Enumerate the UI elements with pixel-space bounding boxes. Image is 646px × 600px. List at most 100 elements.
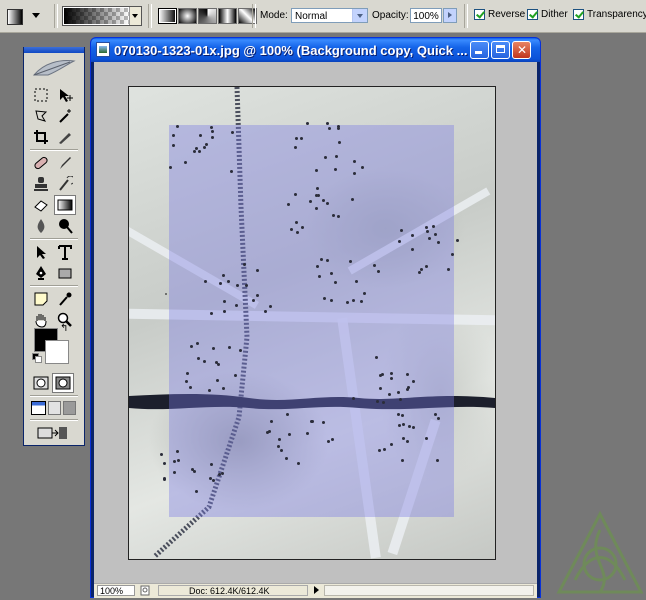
gradient-icon bbox=[57, 199, 73, 211]
map-feature-dot bbox=[219, 281, 223, 285]
divider bbox=[54, 4, 58, 28]
map-feature-dot bbox=[184, 379, 188, 383]
map-feature-dot bbox=[322, 198, 326, 202]
clone-stamp-tool[interactable] bbox=[30, 174, 52, 194]
marquee-tool[interactable] bbox=[30, 85, 52, 105]
hand-tool[interactable] bbox=[30, 310, 52, 330]
type-tool[interactable] bbox=[54, 242, 76, 262]
slice-icon bbox=[59, 133, 71, 144]
triangle-knot-logo bbox=[556, 510, 644, 594]
history-brush-tool[interactable] bbox=[54, 174, 76, 194]
quick-mask-mode-button[interactable] bbox=[52, 373, 74, 393]
linear-gradient-icon[interactable] bbox=[158, 8, 177, 24]
map-feature-dot bbox=[160, 452, 164, 456]
map-feature-dot bbox=[433, 232, 437, 236]
pen-tool[interactable] bbox=[30, 263, 52, 283]
shape-tool[interactable] bbox=[54, 263, 76, 283]
checkbox-checked-icon[interactable] bbox=[573, 9, 584, 20]
magic-wand-tool[interactable] bbox=[54, 106, 76, 126]
lasso-tool[interactable] bbox=[30, 106, 52, 126]
brush-tool[interactable] bbox=[54, 153, 76, 173]
checkbox-checked-icon[interactable] bbox=[474, 9, 485, 20]
map-feature-dot bbox=[195, 342, 199, 346]
map-feature-dot bbox=[352, 171, 356, 175]
horizontal-scrollbar[interactable] bbox=[324, 585, 534, 596]
reflected-gradient-icon[interactable] bbox=[218, 8, 237, 24]
map-feature-dot bbox=[411, 425, 415, 429]
background-color-swatch[interactable] bbox=[45, 340, 69, 364]
reverse-checkbox[interactable]: Reverse bbox=[474, 9, 525, 20]
standard-mode-icon bbox=[33, 376, 49, 390]
swap-colors-icon[interactable]: ↰ bbox=[60, 323, 68, 334]
transparency-checkbox[interactable]: Transparency bbox=[573, 9, 646, 20]
map-feature-dot bbox=[234, 303, 238, 307]
options-bar: Mode: Normal Opacity: 100% Reverse Dithe… bbox=[0, 0, 646, 33]
map-feature-dot bbox=[205, 142, 209, 146]
map-feature-dot bbox=[316, 193, 320, 197]
divider bbox=[252, 4, 256, 28]
rectangle-shape-icon bbox=[58, 268, 72, 279]
blur-tool[interactable] bbox=[30, 216, 52, 236]
image-canvas[interactable] bbox=[128, 86, 496, 560]
map-feature-dot bbox=[210, 125, 214, 129]
mode-select[interactable]: Normal bbox=[291, 8, 368, 23]
slice-tool[interactable] bbox=[54, 127, 76, 147]
palette-titlebar[interactable] bbox=[24, 47, 84, 53]
radial-gradient-icon[interactable] bbox=[178, 8, 197, 24]
map-feature-dot bbox=[256, 268, 259, 272]
path-selection-tool[interactable] bbox=[30, 242, 52, 262]
map-feature-dot bbox=[198, 133, 202, 137]
marquee-icon bbox=[34, 88, 48, 102]
chevron-down-icon[interactable] bbox=[129, 7, 141, 25]
standard-screen-icon[interactable] bbox=[31, 401, 46, 415]
default-colors-icon[interactable] bbox=[32, 353, 42, 363]
map-feature-dot bbox=[315, 264, 319, 268]
magic-wand-icon bbox=[59, 109, 71, 123]
tool-preset-picker[interactable] bbox=[4, 5, 48, 27]
map-feature-dot bbox=[345, 300, 349, 304]
chevron-down-icon[interactable] bbox=[352, 9, 367, 22]
healing-brush-tool[interactable] bbox=[30, 153, 52, 173]
crop-tool[interactable] bbox=[30, 127, 52, 147]
map-feature-dot bbox=[374, 355, 378, 359]
document-titlebar[interactable]: 070130-1323-01x.jpg @ 100% (Background c… bbox=[91, 38, 540, 62]
checkbox-checked-icon[interactable] bbox=[527, 9, 538, 20]
map-feature-dot bbox=[315, 186, 319, 190]
gradient-tool[interactable] bbox=[54, 195, 76, 215]
full-screen-icon[interactable] bbox=[63, 401, 76, 415]
map-feature-dot bbox=[407, 424, 411, 428]
eraser-tool[interactable] bbox=[30, 195, 52, 215]
dither-checkbox[interactable]: Dither bbox=[527, 9, 568, 20]
map-feature-dot bbox=[337, 214, 341, 218]
feather-logo-icon[interactable] bbox=[30, 57, 78, 81]
dodge-tool[interactable] bbox=[54, 216, 76, 236]
minimize-button[interactable] bbox=[470, 41, 489, 59]
divider bbox=[30, 419, 78, 421]
gradient-tool-icon bbox=[7, 9, 23, 25]
gradient-picker[interactable] bbox=[62, 6, 142, 26]
divider bbox=[464, 4, 468, 28]
document-info-icon[interactable] bbox=[140, 585, 150, 596]
close-button[interactable]: ✕ bbox=[512, 41, 531, 59]
eyedropper-tool[interactable] bbox=[54, 289, 76, 309]
map-feature-dot bbox=[431, 224, 435, 228]
angle-gradient-icon[interactable] bbox=[198, 8, 217, 24]
opacity-slider-button[interactable] bbox=[443, 8, 457, 23]
map-feature-dot bbox=[211, 129, 215, 133]
full-screen-menu-icon[interactable] bbox=[48, 401, 61, 415]
map-feature-dot bbox=[338, 140, 342, 144]
map-feature-dot bbox=[406, 372, 410, 376]
jump-to-imageready-button[interactable] bbox=[34, 423, 70, 443]
map-feature-dot bbox=[397, 239, 401, 243]
zoom-field[interactable]: 100% bbox=[97, 585, 135, 596]
opacity-input[interactable]: 100% bbox=[410, 8, 442, 23]
notes-tool[interactable] bbox=[30, 289, 52, 309]
divider bbox=[148, 4, 152, 28]
map-feature-dot bbox=[330, 298, 334, 302]
status-menu-arrow-icon[interactable] bbox=[314, 586, 319, 594]
move-tool[interactable] bbox=[54, 85, 76, 105]
status-bar: 100% Doc: 612.4K/612.4K bbox=[94, 583, 537, 598]
maximize-button[interactable] bbox=[491, 41, 510, 59]
standard-mode-button[interactable] bbox=[30, 373, 52, 393]
dither-label: Dither bbox=[541, 9, 568, 20]
